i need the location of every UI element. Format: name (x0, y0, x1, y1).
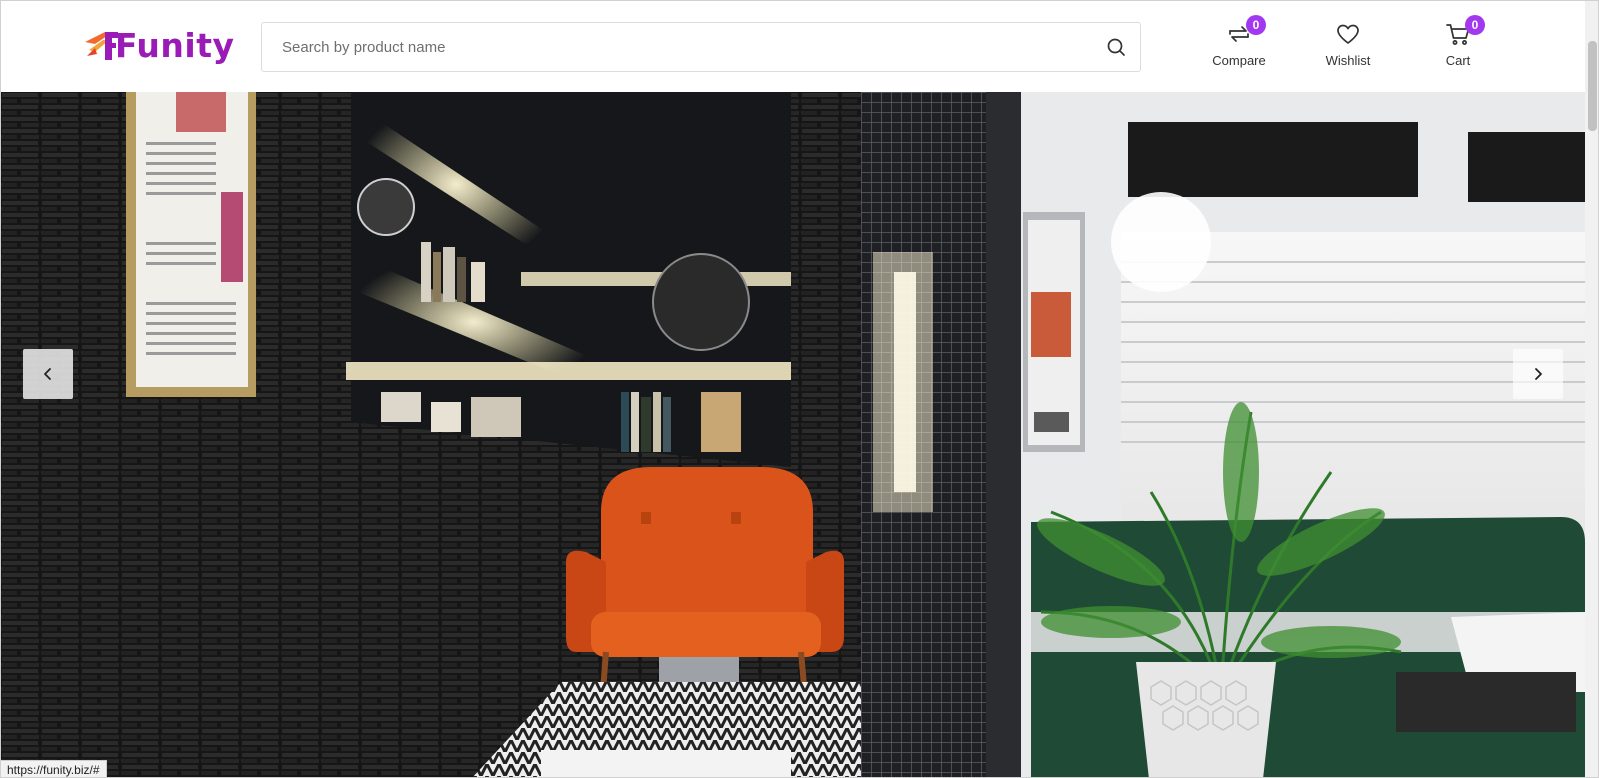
brand-name: Funity (115, 25, 235, 65)
search-button[interactable] (1092, 23, 1140, 71)
compare-arrows-icon: 0 (1226, 15, 1266, 47)
chevron-right-icon (1535, 368, 1542, 380)
slider-prev-button[interactable] (23, 349, 73, 399)
compare-count-badge: 0 (1246, 15, 1266, 35)
brand-logo-icon (83, 28, 118, 62)
wishlist-button[interactable]: Wishlist (1303, 21, 1393, 71)
cart-label: Cart (1445, 53, 1471, 68)
hero-image (1, 92, 1585, 777)
slider-next-button[interactable] (1513, 349, 1563, 399)
search-icon (1107, 38, 1125, 56)
heart-icon (1335, 21, 1361, 47)
wishlist-label: Wishlist (1325, 53, 1371, 68)
cart-button[interactable]: 0 Cart (1413, 15, 1503, 71)
search-input[interactable] (262, 23, 1092, 71)
link-status-bar: https://funity.biz/# (1, 760, 107, 777)
search-bar (261, 22, 1141, 72)
site-logo[interactable]: Funity (83, 23, 234, 67)
compare-button[interactable]: 0 Compare (1194, 15, 1284, 71)
page-scrollbar[interactable] (1585, 1, 1598, 777)
cart-icon: 0 (1445, 15, 1485, 47)
site-header: Funity 0 Compare (1, 1, 1585, 92)
cart-count-badge: 0 (1465, 15, 1485, 35)
hero-slider (1, 92, 1585, 777)
compare-label: Compare (1212, 53, 1266, 68)
scrollbar-thumb[interactable] (1588, 41, 1597, 131)
chevron-left-icon (44, 368, 51, 380)
browser-viewport: Funity 0 Compare (0, 0, 1599, 778)
